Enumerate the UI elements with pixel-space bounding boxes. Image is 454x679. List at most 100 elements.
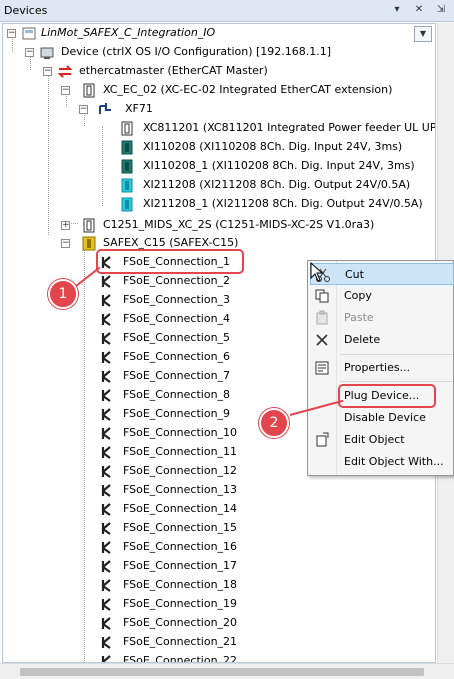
fsoe-connection-icon bbox=[101, 275, 111, 288]
tree-node-ethercatmaster[interactable]: − ethercatmaster (EtherCAT Master) bbox=[43, 62, 435, 81]
tree-label-fsoe-connection: FSoE_Connection_6 bbox=[123, 350, 231, 363]
panel-close-button[interactable]: ✕ bbox=[412, 3, 426, 17]
collapse-toggle[interactable]: − bbox=[43, 67, 52, 76]
fsoe-connection-icon bbox=[101, 484, 111, 497]
tree-label-fsoe-connection: FSoE_Connection_18 bbox=[123, 578, 238, 591]
collapse-toggle[interactable]: − bbox=[79, 105, 88, 114]
tree-label-module: XI211208_1 (XI211208 8Ch. Dig. Output 24… bbox=[143, 197, 423, 210]
highlight-plug-device bbox=[338, 384, 436, 408]
tree-label-module: XC811201 (XC811201 Integrated Power feed… bbox=[143, 121, 436, 134]
tree-label-fsoe-connection: FSoE_Connection_14 bbox=[123, 502, 238, 515]
tree-label-fsoe-connection: FSoE_Connection_21 bbox=[123, 635, 238, 648]
tree-label-module: XI110208_1 (XI110208 8Ch. Dig. Input 24V… bbox=[143, 159, 415, 172]
tree-dropdown-button[interactable]: ▼ bbox=[414, 26, 432, 42]
menu-item-paste[interactable]: Paste bbox=[310, 307, 454, 329]
collapse-toggle[interactable]: − bbox=[61, 239, 70, 248]
tree-node-fsoe-connection[interactable]: FSoE_Connection_14 bbox=[99, 500, 299, 519]
tree-node-fsoe-connection[interactable]: FSoE_Connection_21 bbox=[99, 633, 299, 652]
fsoe-connection-icon bbox=[101, 294, 111, 307]
tree-node-fsoe-connection[interactable]: FSoE_Connection_6 bbox=[99, 348, 299, 367]
tree-label-fsoe-connection: FSoE_Connection_13 bbox=[123, 483, 238, 496]
tree-label-master: ethercatmaster (EtherCAT Master) bbox=[79, 64, 268, 77]
tree-label-c1251: C1251_MIDS_XC_2S (C1251-MIDS-XC-2S V1.0r… bbox=[103, 218, 375, 231]
tree-label-fsoe-connection: FSoE_Connection_12 bbox=[123, 464, 238, 477]
horizontal-scrollbar[interactable] bbox=[0, 663, 454, 679]
tree-node-fsoe-connection[interactable]: FSoE_Connection_15 bbox=[99, 519, 299, 538]
tree-node-fsoe-connection[interactable]: FSoE_Connection_2 bbox=[99, 272, 299, 291]
tree-node-module[interactable]: XI211208 (XI211208 8Ch. Dig. Output 24V/… bbox=[119, 176, 419, 195]
tree-node-module[interactable]: XI211208_1 (XI211208 8Ch. Dig. Output 24… bbox=[119, 195, 423, 214]
fsoe-connection-icon bbox=[101, 427, 111, 440]
project-icon bbox=[22, 27, 36, 40]
tree-node-fsoe-connection[interactable]: FSoE_Connection_16 bbox=[99, 538, 299, 557]
horizontal-scroll-thumb[interactable] bbox=[20, 668, 424, 676]
menu-item-edit-object-with[interactable]: Edit Object With... bbox=[310, 451, 454, 473]
panel-float-button[interactable]: ⇲ bbox=[434, 3, 448, 17]
menu-item-edit-object[interactable]: Edit Object bbox=[310, 429, 454, 451]
fsoe-connection-icon bbox=[101, 313, 111, 326]
panel-menu-button[interactable]: ▾ bbox=[390, 3, 404, 17]
tree-node-module[interactable]: XC811201 (XC811201 Integrated Power feed… bbox=[119, 119, 435, 138]
drive-icon bbox=[83, 218, 95, 233]
tree-node-fsoe-connection[interactable]: FSoE_Connection_12 bbox=[99, 462, 299, 481]
fsoe-connection-icon bbox=[101, 408, 111, 421]
tree-node-module[interactable]: XI110208 (XI110208 8Ch. Dig. Input 24V, … bbox=[119, 138, 419, 157]
tree-node-xf71[interactable]: − XF71 bbox=[79, 100, 279, 119]
tree-label-module: XI211208 (XI211208 8Ch. Dig. Output 24V/… bbox=[143, 178, 411, 191]
menu-item-properties[interactable]: Properties... bbox=[310, 357, 454, 379]
tree-node-fsoe-connection[interactable]: FSoE_Connection_3 bbox=[99, 291, 299, 310]
tree-label-fsoe-connection: FSoE_Connection_9 bbox=[123, 407, 231, 420]
menu-item-delete[interactable]: Delete bbox=[310, 329, 454, 351]
expand-toggle[interactable]: + bbox=[61, 221, 70, 230]
safex-icon bbox=[82, 236, 96, 251]
tree-label-safex: SAFEX_C15 (SAFEX-C15) bbox=[103, 236, 239, 249]
fsoe-connection-icon bbox=[101, 332, 111, 345]
module-icon bbox=[83, 83, 95, 98]
tree-node-fsoe-connection[interactable]: FSoE_Connection_8 bbox=[99, 386, 299, 405]
fsoe-connection-icon bbox=[101, 446, 111, 459]
tree-node-fsoe-connection[interactable]: FSoE_Connection_11 bbox=[99, 443, 299, 462]
menu-item-disable-device[interactable]: Disable Device bbox=[310, 407, 454, 429]
tree-node-fsoe-connection[interactable]: FSoE_Connection_17 bbox=[99, 557, 299, 576]
output-module-icon bbox=[121, 197, 133, 212]
tree-node-fsoe-connection[interactable]: FSoE_Connection_4 bbox=[99, 310, 299, 329]
output-module-icon bbox=[121, 178, 133, 193]
panel-title: Devices bbox=[4, 4, 48, 17]
tree-node-root[interactable]: − LinMot_SAFEX_C_Integration_IO bbox=[7, 24, 407, 43]
fsoe-connection-icon bbox=[101, 503, 111, 516]
fsoe-connection-icon bbox=[101, 617, 111, 630]
collapse-toggle[interactable]: − bbox=[25, 48, 34, 57]
tree-label-fsoe-connection: FSoE_Connection_7 bbox=[123, 369, 231, 382]
fsoe-connection-icon bbox=[101, 541, 111, 554]
input-module-icon bbox=[121, 140, 133, 155]
tree-node-xc-ec-02[interactable]: − XC_EC_02 (XC-EC-02 Integrated EtherCAT… bbox=[61, 81, 435, 100]
tree-node-fsoe-connection[interactable]: FSoE_Connection_22 bbox=[99, 652, 299, 662]
tree-node-device[interactable]: − Device (ctrlX OS I/O Configuration) [1… bbox=[25, 43, 425, 62]
fsoe-connection-icon bbox=[101, 465, 111, 478]
callout-badge-2: 2 bbox=[259, 408, 289, 438]
power-module-icon bbox=[121, 121, 133, 136]
tree-label-root: LinMot_SAFEX_C_Integration_IO bbox=[41, 26, 216, 39]
devices-panel-titlebar: Devices ▾ ✕ ⇲ bbox=[0, 0, 454, 22]
tree-label-fsoe-connection: FSoE_Connection_10 bbox=[123, 426, 238, 439]
tree-node-fsoe-connection[interactable]: FSoE_Connection_5 bbox=[99, 329, 299, 348]
tree-node-c1251[interactable]: + C1251_MIDS_XC_2S (C1251-MIDS-XC-2S V1.… bbox=[61, 216, 421, 235]
tree-label-fsoe-connection: FSoE_Connection_17 bbox=[123, 559, 238, 572]
tree-node-fsoe-connection[interactable]: FSoE_Connection_19 bbox=[99, 595, 299, 614]
fsoe-connection-icon bbox=[101, 598, 111, 611]
collapse-toggle[interactable]: − bbox=[61, 86, 70, 95]
tree-node-fsoe-connection[interactable]: FSoE_Connection_18 bbox=[99, 576, 299, 595]
tree-node-fsoe-connection[interactable]: FSoE_Connection_20 bbox=[99, 614, 299, 633]
tree-node-fsoe-connection[interactable]: FSoE_Connection_13 bbox=[99, 481, 299, 500]
tree-node-module[interactable]: XI110208_1 (XI110208 8Ch. Dig. Input 24V… bbox=[119, 157, 419, 176]
tree-label-fsoe-connection: FSoE_Connection_16 bbox=[123, 540, 238, 553]
fsoe-connection-icon bbox=[101, 636, 111, 649]
copy-icon bbox=[315, 289, 329, 303]
menu-item-cut[interactable]: Cut bbox=[310, 263, 454, 285]
mouse-cursor-icon bbox=[310, 262, 324, 282]
callout-badge-1: 1 bbox=[48, 279, 78, 309]
tree-node-fsoe-connection[interactable]: FSoE_Connection_7 bbox=[99, 367, 299, 386]
fsoe-connection-icon bbox=[101, 351, 111, 364]
menu-item-copy[interactable]: Copy bbox=[310, 285, 454, 307]
collapse-toggle[interactable]: − bbox=[7, 29, 16, 38]
